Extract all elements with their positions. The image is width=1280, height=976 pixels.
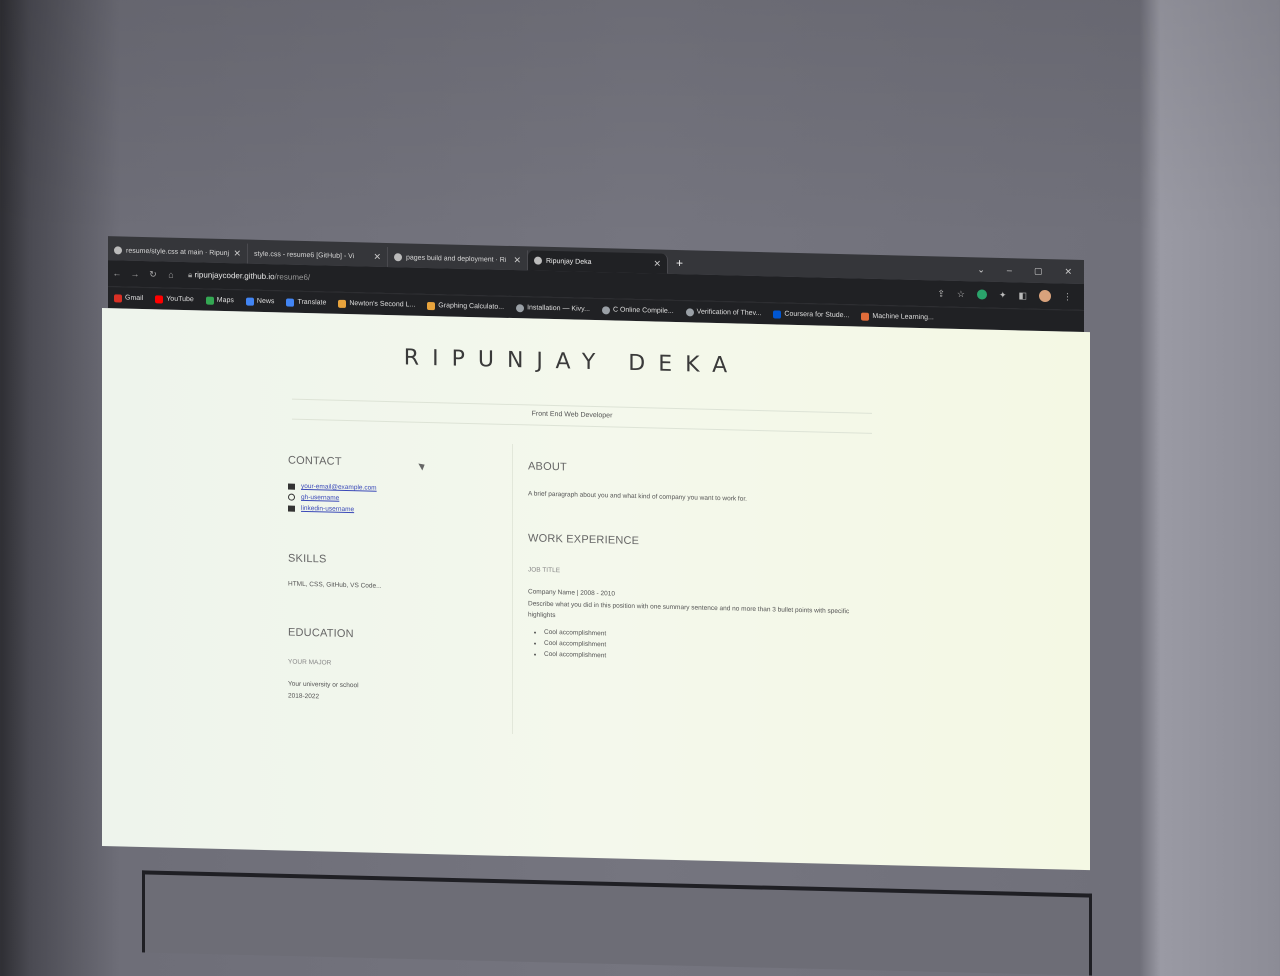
bookmark-item[interactable]: Translate: [286, 298, 326, 307]
github-icon: [288, 493, 295, 501]
star-icon[interactable]: ☆: [957, 288, 965, 299]
share-icon[interactable]: ⇪: [937, 288, 945, 299]
close-icon[interactable]: ✕: [373, 251, 381, 262]
youtube-icon: [155, 294, 164, 303]
bookmark-icon: [861, 312, 870, 321]
mouse-cursor: [418, 461, 427, 471]
url-field[interactable]: 🔒︎ ripunjaycoder.github.io/resume6/: [188, 270, 310, 283]
close-icon[interactable]: ✕: [233, 248, 241, 259]
github-icon: [114, 246, 122, 255]
bookmark-icon: [338, 299, 347, 308]
tab-title: style.css - resume6 [GitHub] - Vi: [254, 250, 355, 260]
close-window-button[interactable]: ✕: [1064, 267, 1072, 278]
page-title: RIPUNJAY DEKA: [403, 345, 741, 379]
reload-button[interactable]: ↻: [144, 269, 162, 280]
accomplishment-list: Cool accomplishment Cool accomplishment …: [528, 626, 606, 661]
github-link[interactable]: gh-username: [301, 492, 339, 504]
back-button[interactable]: ←: [108, 268, 126, 278]
linkedin-link[interactable]: linkedin-username: [301, 503, 354, 515]
menu-icon[interactable]: ⋮: [1063, 291, 1072, 302]
minimize-button[interactable]: –: [1007, 265, 1012, 276]
home-button[interactable]: ⌂: [162, 269, 180, 280]
sidepanel-icon[interactable]: ◧: [1018, 290, 1027, 301]
bookmark-icon: [516, 303, 525, 312]
toolbar-right: ⇪ ☆ ✦ ◧ ⋮: [937, 287, 1084, 303]
job-description: Describe what you did in this position w…: [528, 600, 850, 620]
bookmark-item[interactable]: Installation — Kivy...: [516, 303, 590, 314]
bookmark-item[interactable]: Machine Learning...: [861, 312, 934, 322]
linkedin-icon: [288, 505, 295, 512]
bookmark-item[interactable]: YouTube: [155, 294, 194, 304]
forward-button[interactable]: →: [126, 269, 144, 279]
tab-title: pages build and deployment · Ri: [406, 253, 507, 264]
maximize-button[interactable]: ▢: [1034, 266, 1043, 277]
news-icon: [245, 297, 254, 306]
bookmark-item[interactable]: Verification of Thev...: [685, 307, 761, 318]
bookmark-item[interactable]: Newton's Second L...: [338, 299, 415, 309]
skills-text: HTML, CSS, GitHub, VS Code...: [288, 580, 382, 590]
projected-screen: resume/style.css at main · Ripunj ✕ styl…: [102, 236, 1090, 871]
globe-icon: [534, 256, 542, 265]
education-heading: EDUCATION: [288, 626, 354, 641]
about-text: A brief paragraph about you and what kin…: [528, 490, 747, 503]
education-school: Your university or school: [288, 680, 359, 690]
bookmark-item[interactable]: Gmail: [114, 293, 143, 303]
coursera-icon: [773, 309, 782, 319]
close-icon[interactable]: ✕: [653, 258, 661, 269]
close-icon[interactable]: ✕: [513, 255, 521, 266]
wall-background: [0, 0, 1280, 240]
accomplishments: Cool accomplishment Cool accomplishment …: [528, 626, 606, 661]
avatar[interactable]: [1039, 289, 1051, 303]
envelope-icon: [288, 483, 295, 490]
column-divider: [512, 444, 513, 735]
new-tab-button[interactable]: +: [668, 256, 691, 275]
tab-title: Ripunjay Deka: [546, 257, 592, 266]
github-icon: [394, 253, 402, 262]
skills-heading: SKILLS: [288, 552, 327, 566]
bookmark-item[interactable]: Coursera for Stude...: [773, 309, 849, 320]
resume-page: RIPUNJAY DEKA Front End Web Developer CO…: [102, 308, 1090, 871]
translate-icon: [286, 298, 295, 307]
bookmark-icon: [685, 307, 694, 316]
puzzle-icon[interactable]: ✦: [999, 289, 1007, 300]
extension-icon[interactable]: [976, 289, 987, 300]
list-item: Cool accomplishment: [544, 649, 606, 662]
contact-linkedin: linkedin-username: [288, 503, 377, 516]
education-major: YOUR MAJOR: [288, 658, 332, 667]
url-domain: ripunjaycoder.github.io: [194, 270, 275, 282]
job-title: JOB TITLE: [528, 566, 561, 575]
bookmark-item[interactable]: Maps: [205, 296, 234, 305]
tab-title: resume/style.css at main · Ripunj: [126, 247, 230, 257]
chevron-down-icon[interactable]: ⌄: [977, 264, 985, 275]
education-years: 2018-2022: [288, 692, 320, 701]
work-heading: WORK EXPERIENCE: [528, 532, 640, 548]
bookmark-item[interactable]: News: [245, 297, 274, 306]
bookmark-item[interactable]: C Online Compile...: [601, 305, 674, 316]
url-path: /resume6/: [274, 272, 311, 283]
bookmark-icon: [601, 305, 610, 314]
gmail-icon: [114, 293, 122, 302]
company-line: Company Name | 2008 - 2010: [528, 588, 615, 598]
bookmark-icon: [427, 301, 436, 310]
maps-icon: [205, 296, 214, 305]
about-heading: ABOUT: [528, 460, 567, 474]
contact-heading: CONTACT: [288, 454, 342, 468]
bookmark-item[interactable]: Graphing Calculato...: [427, 301, 504, 311]
contact-list: your-email@example.com gh-username linke…: [288, 481, 377, 516]
